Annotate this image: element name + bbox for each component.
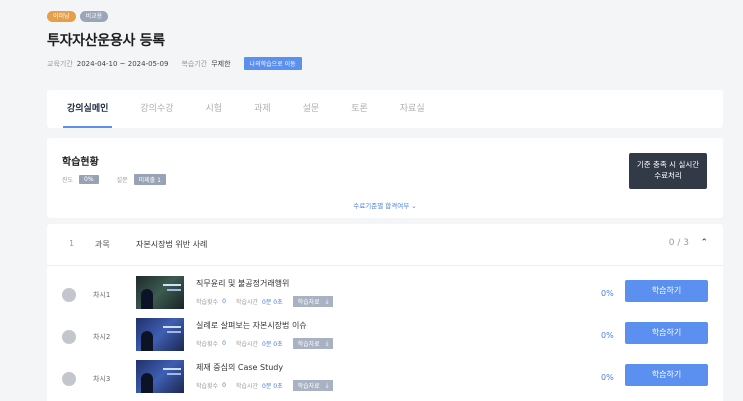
course-section: 1 과목 자본시장법 위반 사례 0 / 3 ⌃ 차시1 직무윤리 및 불공정거… [47,224,723,401]
lesson-thumbnail[interactable] [136,360,184,393]
lesson-info: 학습횟수 0 학습시간 0분 0초 학습자료 ⤓ [196,338,334,349]
study-time-label: 학습시간 [235,383,259,390]
tab-bar: 강의실메인 강의수강 시험 과제 설문 토론 자료실 [47,90,723,128]
realtime-complete-button[interactable]: 기준 충족 시 실시간 수료처리 [629,153,707,189]
study-button[interactable]: 학습하기 [625,280,708,302]
chevron-up-icon[interactable]: ⌃ [700,238,708,248]
compare-badge: 비교용 [79,11,109,22]
material-download-button[interactable]: 학습자료 ⤓ [292,338,334,349]
download-icon: ⤓ [325,381,329,389]
period-value: 2024-04-10 ~ 2024-05-09 [76,59,169,68]
study-time-label: 학습시간 [235,341,259,348]
period-label: 교육기간 [47,59,73,68]
material-label: 학습자료 [297,299,320,306]
study-count-label: 학습횟수 [196,341,219,348]
complete-button-line2: 수료처리 [654,171,682,180]
lesson-progress-percent: 0% [601,331,614,340]
tab-lecture[interactable]: 강의수강 [140,90,173,128]
study-button[interactable]: 학습하기 [625,364,708,386]
complete-button-line1: 기준 충족 시 실시간 [636,160,700,169]
study-time-value: 0분 0초 [262,341,283,348]
course-meta: 교육기간 2024-04-10 ~ 2024-05-09 복습기간 무제한 나의… [47,57,727,70]
material-label: 학습자료 [297,341,320,348]
course-progress-count: 0 / 3 [668,238,689,248]
study-time-value: 0분 0초 [262,299,283,306]
learning-status-card: 학습현황 진도 0% 설문 미제출 1 기준 충족 시 실시간 수료처리 수료기… [47,138,723,218]
status-dot-icon [62,288,76,302]
course-name: 자본시장법 위반 사례 [136,240,208,249]
status-dot-icon [62,330,76,344]
lesson-progress-percent: 0% [601,289,614,298]
lesson-thumbnail[interactable] [136,318,184,351]
study-button[interactable]: 학습하기 [625,322,708,344]
study-time-value: 0분 0초 [262,383,283,390]
course-label: 과목 [95,240,110,249]
lesson-title[interactable]: 직무윤리 및 불공정거래행위 [196,278,289,289]
course-header-row[interactable]: 1 과목 자본시장법 위반 사례 0 / 3 ⌃ [47,224,723,266]
course-header: 이러닝 비교용 투자자산운용사 등록 교육기간 2024-04-10 ~ 202… [47,11,727,70]
study-time-label: 학습시간 [235,299,259,306]
elearning-badge: 이러닝 [47,11,76,22]
lesson-chapter: 차시3 [93,375,111,383]
progress-value: 0% [79,175,99,184]
lesson-chapter: 차시2 [93,333,111,341]
lesson-info: 학습횟수 0 학습시간 0분 0초 학습자료 ⤓ [196,380,334,391]
tab-discussion[interactable]: 토론 [351,90,368,128]
download-icon: ⤓ [325,339,329,347]
my-learning-button[interactable]: 나의학습으로 이동 [243,57,302,70]
download-icon: ⤓ [325,297,329,305]
lesson-info: 학습횟수 0 학습시간 0분 0초 학습자료 ⤓ [196,296,334,307]
status-title: 학습현황 [62,157,99,168]
lesson-title[interactable]: 실례로 살펴보는 자본시장법 이슈 [196,320,307,331]
tab-survey[interactable]: 설문 [303,90,320,128]
completion-criteria-link[interactable]: 수료기준별 합격여부 ⌄ [47,200,723,210]
lesson-thumbnail[interactable] [136,276,184,309]
lesson-row: 차시3 제재 중심의 Case Study 학습횟수 0 학습시간 0분 0초 … [47,360,723,396]
review-label: 복습기간 [181,59,208,68]
material-download-button[interactable]: 학습자료 ⤓ [292,296,334,307]
tab-classroom-main[interactable]: 강의실메인 [62,90,113,128]
lesson-row: 차시1 직무윤리 및 불공정거래행위 학습횟수 0 학습시간 0분 0초 학습자… [47,276,723,312]
lesson-chapter: 차시1 [93,291,111,299]
course-number: 1 [69,239,75,248]
study-count-label: 학습횟수 [196,299,219,306]
study-count-label: 학습횟수 [196,383,219,390]
lesson-progress-percent: 0% [601,373,614,382]
page-title: 투자자산운용사 등록 [47,33,165,49]
lesson-row: 차시2 실례로 살펴보는 자본시장법 이슈 학습횟수 0 학습시간 0분 0초 … [47,318,723,354]
study-count-value: 0 [222,298,226,305]
status-dot-icon [62,372,76,386]
lesson-title[interactable]: 제재 중심의 Case Study [196,362,283,373]
tab-exam[interactable]: 시험 [206,90,223,128]
study-count-value: 0 [222,382,226,389]
study-count-value: 0 [222,340,226,347]
status-row: 진도 0% 설문 미제출 1 [62,174,184,185]
material-download-button[interactable]: 학습자료 ⤓ [292,380,334,391]
survey-label: 설문 [116,177,128,184]
tab-resources[interactable]: 자료실 [400,90,425,128]
badge-group: 이러닝 비교용 [47,11,727,22]
material-label: 학습자료 [297,383,320,390]
survey-value: 미제출 1 [133,174,166,185]
review-value: 무제한 [211,59,231,68]
tab-assignment[interactable]: 과제 [254,90,271,128]
progress-label: 진도 [62,177,74,184]
